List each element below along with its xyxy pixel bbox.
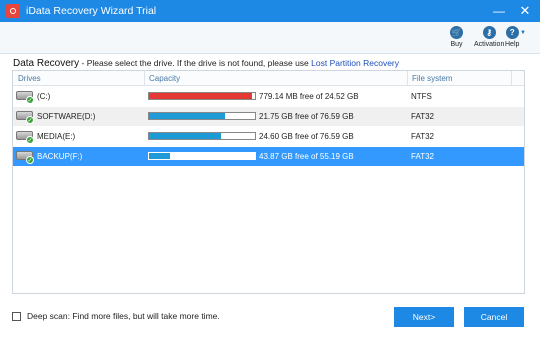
column-header-capacity[interactable]: Capacity: [149, 74, 180, 83]
check-badge-icon: ✓: [26, 116, 34, 124]
cancel-button[interactable]: Cancel: [464, 307, 524, 327]
deep-scan-checkbox[interactable]: [12, 311, 21, 321]
key-icon: ⚷: [482, 26, 496, 39]
check-badge-icon: ✓: [26, 136, 34, 144]
table-row[interactable]: ✓ SOFTWARE(D:) 21.75 GB free of 76.59 GB FA…: [13, 107, 524, 126]
title-bar: iData Recovery Wizard Trial — ✕: [0, 0, 540, 22]
capacity-text: 43.87 GB free of 55.19 GB: [259, 152, 354, 161]
table-row[interactable]: ✓ (C:) 779.14 MB free of 24.52 GB NTFS: [13, 87, 524, 106]
capacity-bar-fill: [149, 93, 252, 99]
activation-button[interactable]: ⚷ Activation: [474, 26, 504, 48]
capacity-bar: [148, 152, 256, 160]
question-icon: ?: [505, 26, 519, 39]
instruction-line: Data Recovery - Please select the drive.…: [13, 58, 399, 69]
drive-name: MEDIA(E:): [37, 132, 76, 141]
help-label: Help: [505, 41, 520, 48]
hard-drive-icon: ✓: [16, 149, 36, 164]
app-logo-icon: [6, 4, 20, 18]
window-title: iData Recovery Wizard Trial: [26, 5, 157, 17]
check-badge-icon: ✓: [26, 156, 34, 164]
hard-drive-icon: ✓: [16, 129, 36, 144]
page-title: Data Recovery: [13, 58, 80, 69]
toolbar: 🛒 Buy ⚷ Activation ? ▼ Help: [0, 22, 540, 54]
instruction-text: - Please select the drive. If the drive …: [79, 58, 312, 68]
capacity-bar: [148, 132, 256, 140]
filesystem-text: FAT32: [411, 152, 434, 161]
capacity-bar: [148, 92, 256, 100]
capacity-bar-fill: [149, 113, 226, 119]
hard-drive-icon: ✓: [16, 89, 36, 104]
drive-name: BACKUP(F:): [37, 152, 83, 161]
hard-drive-icon: ✓: [16, 109, 36, 124]
activation-label: Activation: [474, 41, 505, 48]
chevron-down-icon: ▼: [520, 30, 526, 36]
table-row[interactable]: ✓ BACKUP(F:) 43.87 GB free of 55.19 GB FAT3…: [13, 147, 524, 166]
filesystem-text: FAT32: [411, 132, 434, 141]
capacity-bar-fill: [149, 153, 171, 159]
buy-label: Buy: [450, 41, 463, 48]
minimize-button[interactable]: —: [486, 0, 512, 22]
capacity-bar-fill: [149, 133, 222, 139]
lost-partition-link[interactable]: Lost Partition Recovery: [311, 58, 399, 68]
close-button[interactable]: ✕: [512, 0, 538, 22]
drive-name: (C:): [37, 92, 51, 101]
capacity-text: 24.60 GB free of 76.59 GB: [259, 132, 354, 141]
table-header: Drives Capacity File system: [13, 71, 524, 86]
check-badge-icon: ✓: [26, 96, 34, 104]
table-row[interactable]: ✓ MEDIA(E:) 24.60 GB free of 76.59 GB FAT32: [13, 127, 524, 146]
filesystem-text: NTFS: [411, 92, 432, 101]
column-header-drives[interactable]: Drives: [18, 74, 41, 83]
capacity-bar: [148, 112, 256, 120]
buy-button[interactable]: 🛒 Buy: [450, 26, 463, 48]
filesystem-text: FAT32: [411, 112, 434, 121]
capacity-text: 779.14 MB free of 24.52 GB: [259, 92, 359, 101]
drive-name: SOFTWARE(D:): [37, 112, 96, 121]
drive-table: Drives Capacity File system ✓ (C:) 779.14 …: [12, 70, 525, 294]
deep-scan-label: Deep scan: Find more files, but will tak…: [27, 311, 220, 321]
next-button[interactable]: Next>: [394, 307, 454, 327]
help-button[interactable]: ? ▼ Help: [505, 26, 526, 48]
capacity-text: 21.75 GB free of 76.59 GB: [259, 112, 354, 121]
deep-scan-option[interactable]: Deep scan: Find more files, but will tak…: [12, 311, 220, 321]
cart-icon: 🛒: [450, 26, 463, 39]
column-header-filesystem[interactable]: File system: [412, 74, 452, 83]
